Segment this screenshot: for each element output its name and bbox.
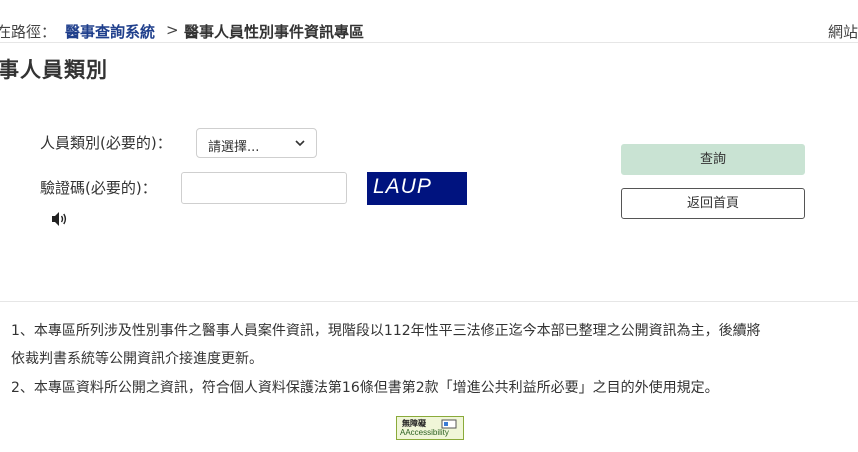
accessibility-badge-bottom: AAccessibility (400, 428, 449, 437)
note-1-continued: 依裁判書系統等公開資訊介接進度更新。 (11, 351, 263, 367)
note-2: 2、本專區資料所公開之資訊，符合個人資料保護法第16條但書第2款「增進公共利益所… (11, 380, 719, 396)
chevron-down-icon (295, 140, 305, 147)
query-button[interactable]: 查詢 (621, 144, 805, 175)
breadcrumb-separator: > (166, 21, 179, 39)
type-label: 人員類別(必要的)： (40, 134, 172, 152)
breadcrumb: 在路徑： 醫事查詢系統 > 醫事人員性別事件資訊專區 網站 (0, 0, 858, 43)
site-link[interactable]: 網站 (828, 21, 858, 42)
divider (0, 301, 858, 302)
speaker-icon[interactable] (51, 211, 69, 227)
note-1: 1、本專區所列涉及性別事件之醫事人員案件資訊，現階段以112年性平三法修正迄今本… (11, 323, 761, 339)
breadcrumb-prefix: 在路徑： (0, 23, 57, 41)
captcha-image: LAUP (367, 172, 467, 205)
captcha-label: 驗證碼(必要的)： (40, 179, 157, 197)
breadcrumb-current: 醫事人員性別事件資訊專區 (184, 23, 365, 41)
captcha-input[interactable] (181, 172, 347, 204)
accessibility-badge-icon (441, 419, 457, 429)
type-select-value: 請選擇... (208, 140, 260, 155)
type-select[interactable]: 請選擇... (196, 128, 317, 158)
breadcrumb-link-system[interactable]: 醫事查詢系統 (65, 21, 155, 42)
home-button[interactable]: 返回首頁 (621, 188, 805, 219)
accessibility-badge[interactable]: 無障礙 AAccessibility (396, 416, 464, 440)
captcha-image-text: LAUP (373, 175, 432, 198)
page-title: 事人員類別 (0, 58, 108, 82)
